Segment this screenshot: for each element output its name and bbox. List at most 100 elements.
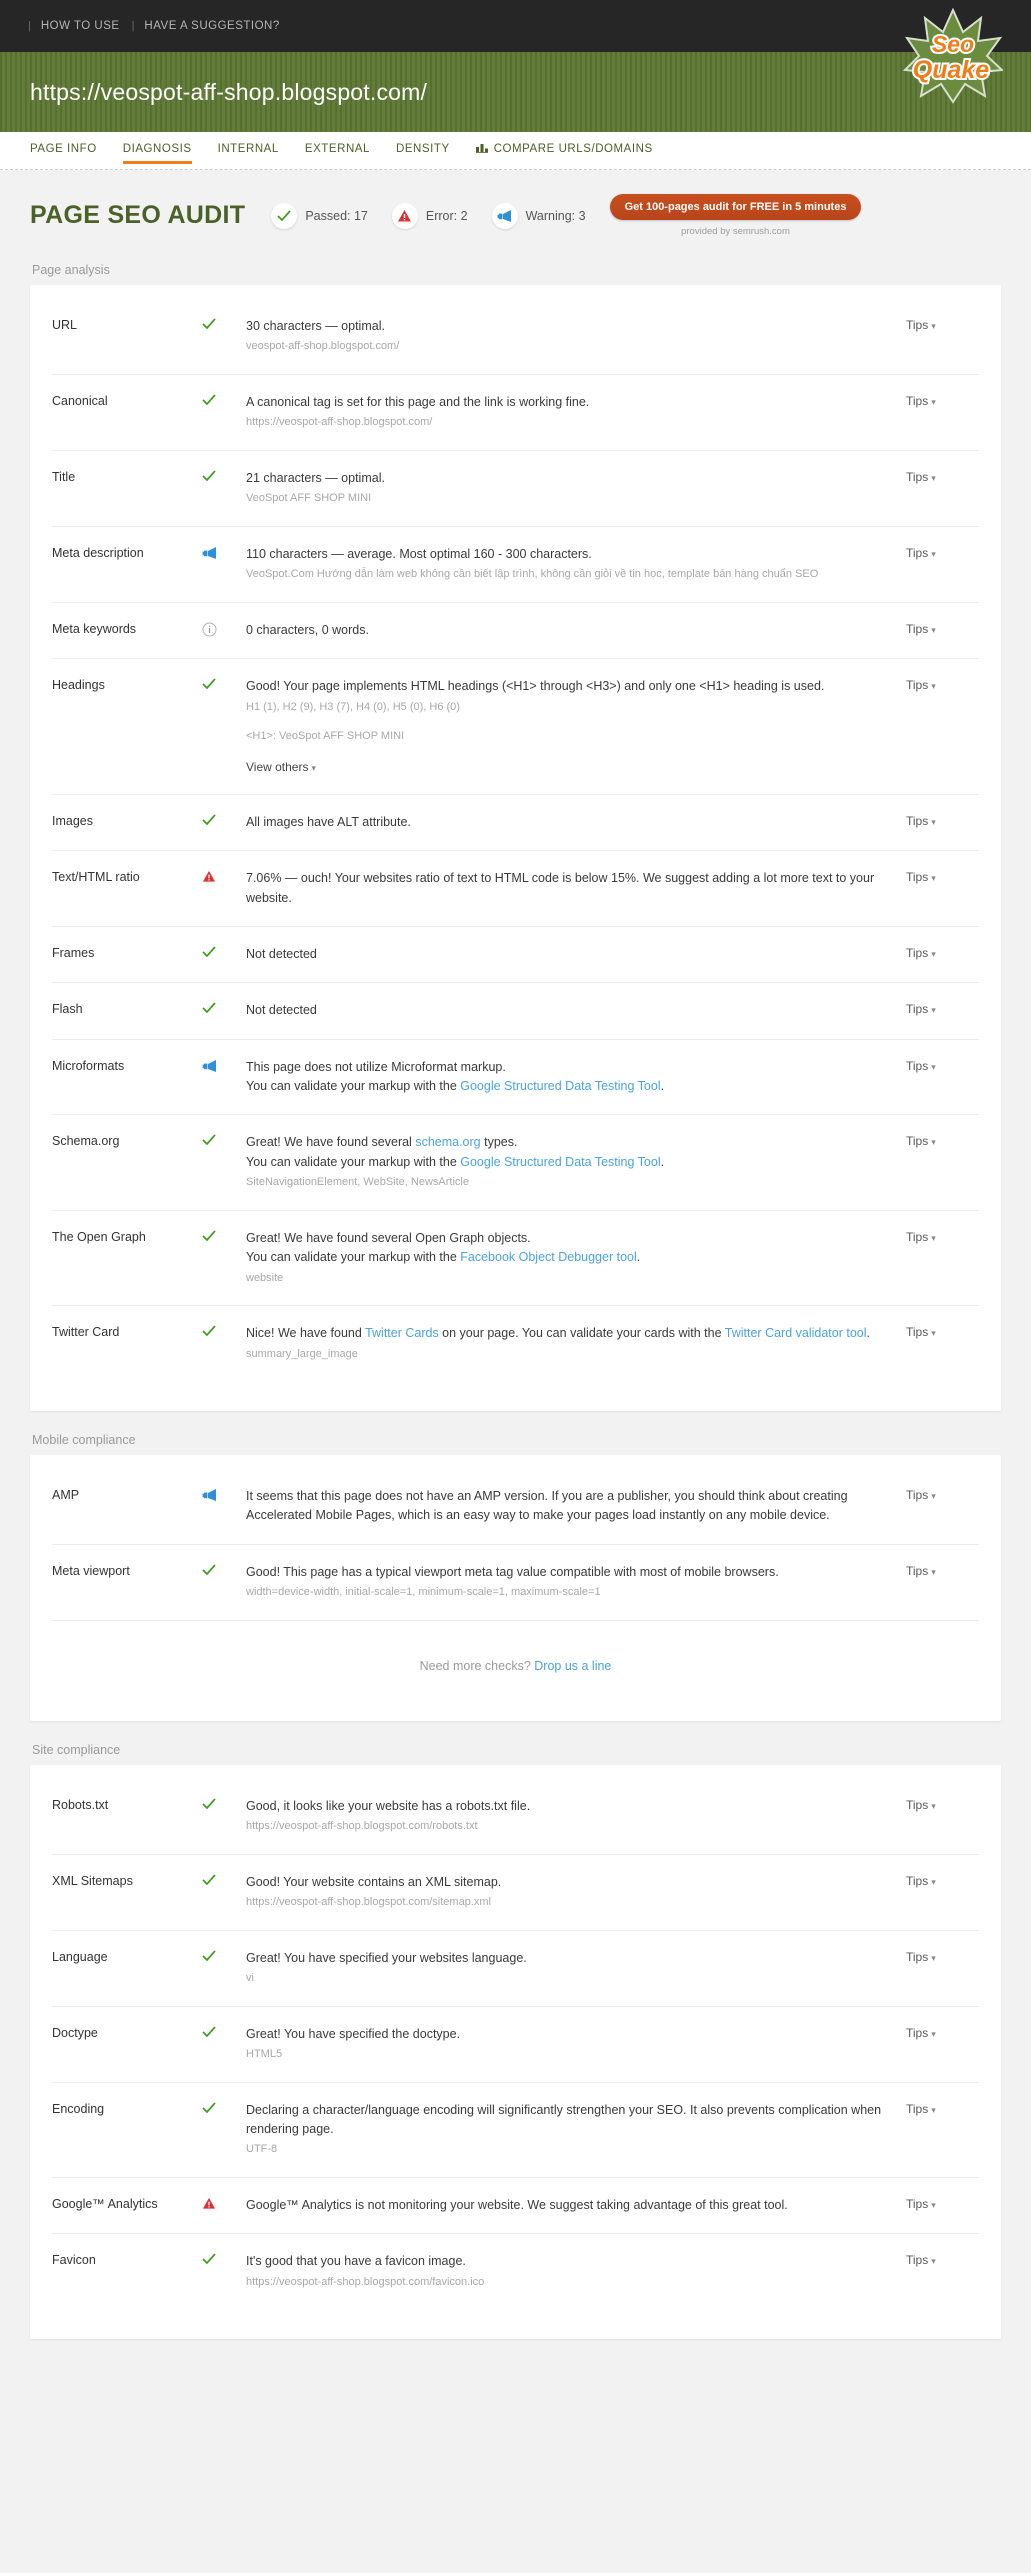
row-message: This page does not utilize Microformat m… bbox=[246, 1058, 888, 1097]
tips-toggle[interactable]: Tips ▾ bbox=[906, 813, 966, 828]
inline-link[interactable]: schema.org bbox=[415, 1135, 480, 1149]
tips-toggle[interactable]: Tips ▾ bbox=[906, 1229, 966, 1244]
tab-external[interactable]: EXTERNAL bbox=[305, 143, 370, 158]
tips-toggle[interactable]: Tips ▾ bbox=[906, 2252, 966, 2267]
chevron-down-icon: ▾ bbox=[931, 1061, 936, 1072]
text-fragment: Not detected bbox=[246, 946, 317, 961]
page-body: PAGE SEO AUDIT Passed: 17 Error: 2 Warni… bbox=[0, 170, 1031, 2340]
tips-toggle[interactable]: Tips ▾ bbox=[906, 621, 966, 636]
tips-toggle[interactable]: Tips ▾ bbox=[906, 1487, 966, 1502]
text-fragment: . bbox=[636, 1250, 641, 1265]
chevron-down-icon: ▾ bbox=[931, 1232, 936, 1243]
row-content: Great! We have found several Open Graph … bbox=[246, 1229, 906, 1287]
how-to-use-link[interactable]: HOW TO USE bbox=[41, 20, 120, 32]
page-url: https://veospot-aff-shop.blogspot.com/ bbox=[30, 78, 428, 105]
page-title: PAGE SEO AUDIT bbox=[30, 201, 246, 229]
text-fragment: Not detected bbox=[246, 1003, 317, 1018]
table-row: Meta viewport Good! This page has a typic… bbox=[52, 1545, 979, 1621]
passed-count-label: Passed: 17 bbox=[305, 208, 368, 223]
inline-link[interactable]: Google Structured Data Testing Tool bbox=[460, 1079, 660, 1093]
tips-toggle[interactable]: Tips ▾ bbox=[906, 869, 966, 884]
seoquake-logo[interactable]: Seo Quake bbox=[902, 7, 1005, 104]
row-label: Language bbox=[52, 1949, 108, 1964]
tips-toggle[interactable]: Tips ▾ bbox=[906, 1001, 966, 1016]
row-label: Favicon bbox=[52, 2253, 96, 2268]
text-fragment: Good! This page has a typical viewport m… bbox=[246, 1564, 779, 1579]
row-message: 110 characters — average. Most optimal 1… bbox=[246, 545, 888, 564]
text-fragment: Google™ Analytics is not monitoring your… bbox=[246, 2198, 788, 2213]
row-message: 7.06% — ouch! Your websites ratio of tex… bbox=[246, 869, 888, 908]
section-card: AMP It seems that this page does not have… bbox=[30, 1455, 1001, 1721]
table-row: Encoding Declaring a character/language e… bbox=[52, 2083, 979, 2179]
check-icon bbox=[271, 202, 298, 229]
tab-internal[interactable]: INTERNAL bbox=[218, 143, 279, 158]
megaphone-icon bbox=[202, 1058, 246, 1073]
tips-toggle[interactable]: Tips ▾ bbox=[906, 2025, 966, 2040]
table-row: Doctype Great! You have specified the doc… bbox=[52, 2007, 979, 2083]
view-others-toggle[interactable]: View others ▾ bbox=[246, 760, 316, 774]
tab-page-info[interactable]: PAGE INFO bbox=[30, 143, 97, 158]
tips-toggle[interactable]: Tips ▾ bbox=[906, 945, 966, 960]
tips-toggle[interactable]: Tips ▾ bbox=[906, 677, 966, 692]
row-detail: VeoSpot.Com Hướng dẫn làm web không cần … bbox=[246, 568, 819, 581]
status-badge-error: Error: 2 bbox=[391, 202, 468, 229]
row-label: Canonical bbox=[52, 393, 108, 408]
tips-toggle[interactable]: Tips ▾ bbox=[906, 1563, 966, 1578]
inline-link[interactable]: Twitter Cards bbox=[365, 1326, 439, 1340]
text-fragment: You can validate your markup with the bbox=[246, 1154, 461, 1169]
chevron-down-icon: ▾ bbox=[931, 1328, 936, 1339]
check-icon bbox=[202, 1563, 246, 1576]
row-content: 110 characters — average. Most optimal 1… bbox=[246, 545, 906, 584]
inline-link[interactable]: Google Structured Data Testing Tool bbox=[460, 1155, 660, 1169]
row-content: Google™ Analytics is not monitoring your… bbox=[246, 2196, 906, 2215]
text-fragment: It seems that this page does not have an… bbox=[246, 1489, 848, 1523]
tips-toggle[interactable]: Tips ▾ bbox=[906, 393, 966, 408]
row-message: Not detected bbox=[246, 945, 888, 964]
table-row: Text/HTML ratio 7.06% — ouch! Your websit… bbox=[52, 851, 979, 927]
tips-toggle[interactable]: Tips ▾ bbox=[906, 1949, 966, 1964]
table-row: Robots.txt Good, it looks like your websi… bbox=[52, 1779, 979, 1855]
drop-us-a-line-link[interactable]: Drop us a line bbox=[534, 1659, 611, 1673]
row-detail: H1 (1), H2 (9), H3 (7), H4 (0), H5 (0), … bbox=[246, 700, 460, 713]
inline-link[interactable]: Facebook Object Debugger tool bbox=[460, 1250, 637, 1264]
tab-label: INTERNAL bbox=[217, 143, 279, 155]
text-fragment: Good, it looks like your website has a r… bbox=[246, 1798, 531, 1813]
inline-link[interactable]: Twitter Card validator tool bbox=[725, 1326, 867, 1340]
tips-toggle[interactable]: Tips ▾ bbox=[906, 1873, 966, 1888]
get-audit-button[interactable]: Get 100-pages audit for FREE in 5 minute… bbox=[609, 194, 862, 220]
row-content: Nice! We have found Twitter Cards on you… bbox=[246, 1324, 906, 1363]
tips-toggle[interactable]: Tips ▾ bbox=[906, 2196, 966, 2211]
row-detail: vi bbox=[246, 1972, 254, 1985]
text-fragment: Great! You have specified your websites … bbox=[246, 1950, 527, 1965]
row-label: Google™ Analytics bbox=[52, 2197, 158, 2212]
bar-chart-icon bbox=[475, 142, 489, 156]
tips-toggle[interactable]: Tips ▾ bbox=[906, 1797, 966, 1812]
tips-toggle[interactable]: Tips ▾ bbox=[906, 469, 966, 484]
text-fragment: . bbox=[866, 1326, 870, 1341]
tips-toggle[interactable]: Tips ▾ bbox=[906, 2101, 966, 2116]
check-icon bbox=[202, 677, 246, 690]
have-a-suggestion-link[interactable]: HAVE A SUGGESTION? bbox=[144, 20, 279, 32]
check-icon bbox=[202, 1133, 246, 1146]
section-title: Mobile compliance bbox=[32, 1433, 136, 1448]
row-content: All images have ALT attribute. bbox=[246, 813, 906, 832]
tab-diagnosis[interactable]: DIAGNOSIS bbox=[122, 143, 192, 164]
tips-toggle[interactable]: Tips ▾ bbox=[906, 1058, 966, 1073]
table-row: Twitter Card Nice! We have found Twitter … bbox=[52, 1306, 979, 1381]
tips-toggle[interactable]: Tips ▾ bbox=[906, 317, 966, 332]
tips-toggle[interactable]: Tips ▾ bbox=[906, 1324, 966, 1339]
check-icon bbox=[202, 469, 246, 482]
text-fragment: Nice! We have found bbox=[246, 1326, 366, 1341]
section-title: Page analysis bbox=[32, 263, 110, 277]
tips-toggle[interactable]: Tips ▾ bbox=[906, 545, 966, 560]
row-content: 30 characters — optimal. veospot-aff-shop… bbox=[246, 317, 906, 356]
row-message: 21 characters — optimal. bbox=[246, 469, 888, 488]
tab-compare-urls-domains[interactable]: COMPARE URLS/DOMAINS bbox=[475, 142, 653, 159]
check-icon bbox=[202, 1797, 246, 1810]
text-fragment: Great! You have specified the doctype. bbox=[246, 2026, 461, 2041]
chevron-down-icon: ▾ bbox=[931, 396, 936, 407]
row-content: Good! This page has a typical viewport m… bbox=[246, 1563, 906, 1602]
row-label: Flash bbox=[52, 1002, 83, 1017]
tips-toggle[interactable]: Tips ▾ bbox=[906, 1133, 966, 1148]
tab-density[interactable]: DENSITY bbox=[396, 143, 450, 158]
